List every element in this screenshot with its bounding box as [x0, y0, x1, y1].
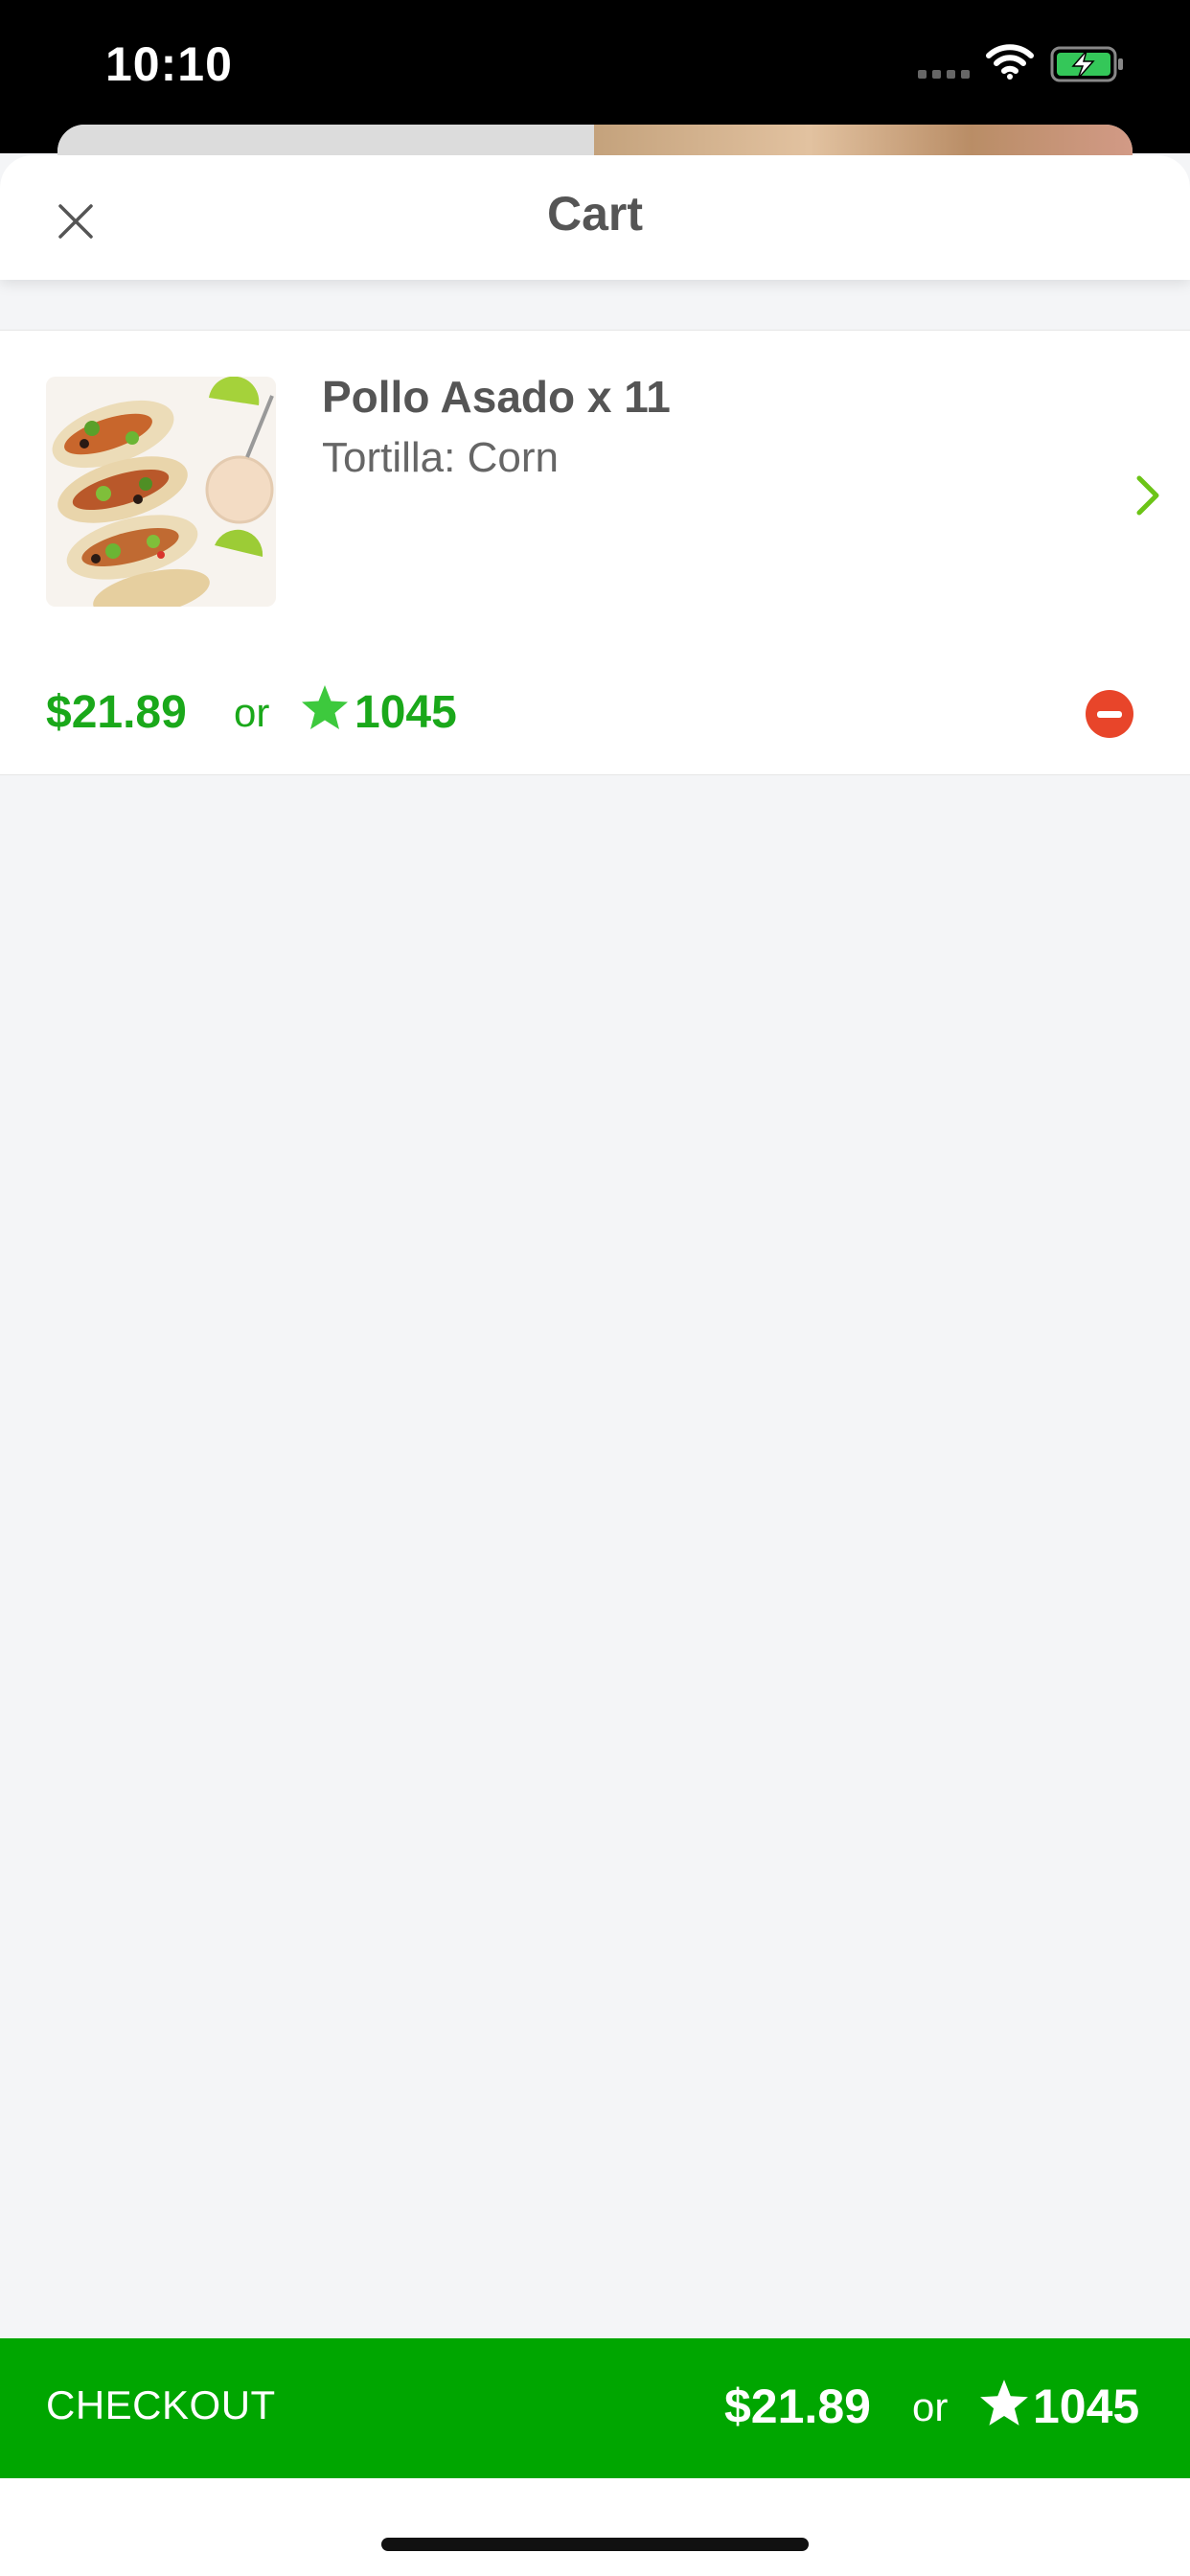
battery-charging-icon — [1050, 46, 1123, 82]
cart-header: Cart — [0, 155, 1190, 280]
checkout-or-text: or — [912, 2384, 949, 2429]
item-price: $21.89 — [46, 687, 187, 738]
page-title: Cart — [546, 187, 644, 241]
item-thumbnail — [46, 377, 276, 607]
item-detail-button[interactable] — [1119, 467, 1177, 524]
star-icon — [302, 685, 348, 729]
signal-icon — [918, 70, 970, 79]
item-name: Pollo Asado x 11 — [322, 372, 671, 422]
star-icon — [980, 2380, 1028, 2426]
home-indicator[interactable] — [381, 2538, 809, 2551]
checkout-price: $21.89 — [724, 2380, 871, 2433]
remove-icon — [1097, 710, 1122, 718]
cart-sheet: Cart Pollo Asado x 11 Tortilla: Corn $21… — [0, 155, 1190, 2576]
wifi-icon — [986, 44, 1034, 80]
checkout-button[interactable]: CHECKOUT $21.89 or 1045 — [0, 2338, 1190, 2478]
item-points: 1045 — [355, 687, 457, 738]
checkout-label: CHECKOUT — [46, 2382, 276, 2427]
bottom-safe-area — [0, 2478, 1190, 2576]
chevron-right-icon — [1136, 475, 1159, 516]
remove-item-button[interactable] — [1086, 690, 1133, 738]
checkout-points: 1045 — [1033, 2380, 1140, 2433]
cart-item[interactable]: Pollo Asado x 11 Tortilla: Corn — [0, 330, 1190, 656]
item-price-row: $21.89 or 1045 — [0, 654, 1190, 775]
status-time: 10:10 — [105, 37, 233, 91]
item-option: Tortilla: Corn — [322, 434, 559, 481]
item-or-text: or — [234, 690, 270, 735]
